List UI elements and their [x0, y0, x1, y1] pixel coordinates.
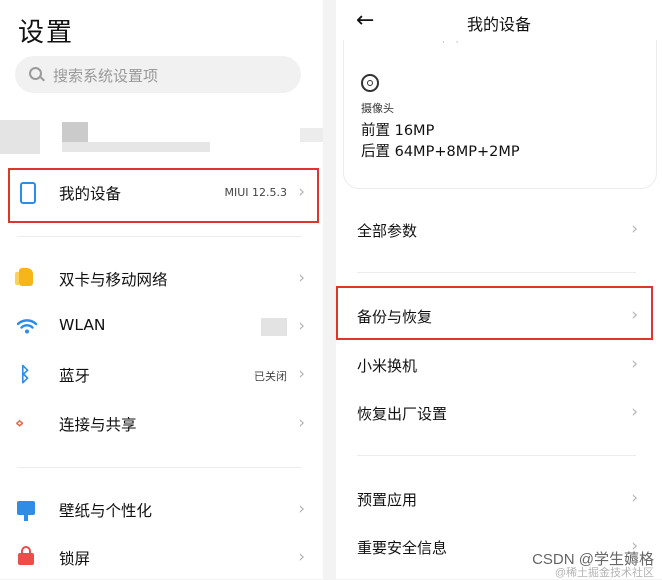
chevron-right-icon: › — [631, 488, 638, 508]
search-icon — [29, 67, 42, 80]
menu-item-wallpaper[interactable]: 壁纸与个性化 › — [0, 487, 323, 533]
my-device-panel: ← 我的设备 · · 摄像头 前置 16MP 后置 64MP+8MP+2MP 全… — [336, 0, 662, 579]
menu-item-label: 连接与共享 — [59, 416, 137, 434]
bluetooth-status: 已关闭 — [254, 370, 287, 383]
account-name-blurred — [62, 122, 88, 142]
menu-item-label: 锁屏 — [59, 550, 91, 568]
scroll-fade-dots: · · — [442, 38, 463, 48]
camera-icon — [361, 74, 379, 92]
bluetooth-icon: ᛒ — [19, 362, 31, 386]
menu-item-bluetooth[interactable]: ᛒ 蓝牙 已关闭 › — [0, 352, 323, 398]
chevron-right-icon: › — [298, 364, 305, 384]
menu-item-preinstalled-apps[interactable]: 预置应用 › — [336, 476, 662, 522]
chevron-right-icon: › — [298, 268, 305, 288]
lock-icon — [18, 546, 34, 565]
settings-panel: 设置 搜索系统设置项 我的设备 MIUI 12.5.3 › 双卡与移动网络 › — [0, 0, 323, 579]
divider — [357, 455, 636, 456]
search-placeholder: 搜索系统设置项 — [53, 67, 159, 85]
page-title: 我的设备 — [466, 15, 531, 34]
wallpaper-icon — [17, 501, 35, 521]
account-detail-blurred — [62, 142, 210, 152]
account-extra-blurred — [300, 128, 323, 142]
chevron-right-icon: › — [298, 316, 305, 336]
menu-item-label: 蓝牙 — [59, 367, 91, 385]
menu-item-label: 小米换机 — [357, 357, 418, 375]
menu-item-sim-network[interactable]: 双卡与移动网络 › — [0, 256, 323, 302]
sim-card-icon — [15, 268, 33, 286]
divider — [17, 467, 302, 468]
menu-item-label: 预置应用 — [357, 491, 418, 509]
account-row[interactable] — [0, 118, 323, 158]
menu-item-connection-sharing[interactable]: ‹› 连接与共享 › — [0, 401, 323, 447]
menu-item-label: 我的设备 — [59, 185, 122, 203]
avatar — [0, 120, 40, 154]
camera-label: 摄像头 — [361, 102, 394, 115]
front-camera-spec: 前置 16MP — [361, 123, 435, 139]
chevron-right-icon: › — [631, 219, 638, 239]
chevron-right-icon: › — [298, 413, 305, 433]
share-connection-icon: ‹› — [15, 413, 24, 432]
divider — [17, 236, 302, 237]
chevron-right-icon: › — [631, 305, 638, 325]
search-bar[interactable]: 搜索系统设置项 — [15, 56, 301, 93]
chevron-right-icon: › — [298, 547, 305, 567]
menu-item-all-specs[interactable]: 全部参数 › — [336, 207, 662, 253]
menu-item-wlan[interactable]: WLAN › — [0, 304, 323, 350]
watermark-juejin: @稀土掘金技术社区 — [554, 567, 654, 579]
chevron-right-icon: › — [631, 402, 638, 422]
menu-item-lock-screen[interactable]: 锁屏 › — [0, 535, 323, 579]
wifi-icon — [16, 316, 38, 338]
menu-item-label: 双卡与移动网络 — [59, 271, 168, 289]
miui-version: MIUI 12.5.3 — [224, 186, 287, 199]
wifi-name-blurred — [261, 318, 287, 336]
menu-item-label: 重要安全信息 — [357, 539, 448, 557]
menu-item-backup-restore[interactable]: 备份与恢复 › — [336, 293, 662, 339]
chevron-right-icon: › — [298, 182, 305, 202]
chevron-right-icon: › — [631, 354, 638, 374]
chevron-right-icon: › — [298, 499, 305, 519]
menu-item-label: WLAN — [59, 316, 106, 334]
rear-camera-spec: 后置 64MP+8MP+2MP — [361, 144, 520, 160]
device-info-card: · · 摄像头 前置 16MP 后置 64MP+8MP+2MP — [343, 38, 657, 189]
menu-item-mi-mover[interactable]: 小米换机 › — [336, 342, 662, 388]
menu-item-my-device[interactable]: 我的设备 MIUI 12.5.3 › — [0, 170, 323, 216]
phone-device-icon — [20, 182, 36, 204]
page-title: 设置 — [18, 18, 75, 48]
menu-item-label: 壁纸与个性化 — [59, 502, 153, 520]
divider — [357, 272, 636, 273]
menu-item-factory-reset[interactable]: 恢复出厂设置 › — [336, 390, 662, 436]
menu-item-label: 全部参数 — [357, 222, 418, 240]
menu-item-label: 恢复出厂设置 — [357, 405, 448, 423]
menu-item-label: 备份与恢复 — [357, 308, 433, 326]
